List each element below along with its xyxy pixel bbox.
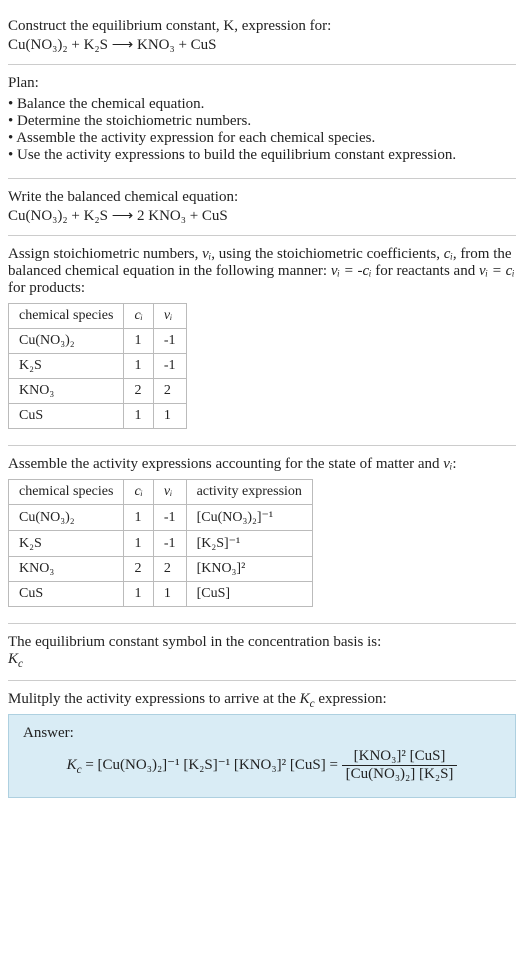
cell-ci: 1 (124, 531, 153, 557)
col-expr: activity expression (186, 480, 312, 505)
cell-expr: [Cu(NO₃)₂]⁻¹ (186, 505, 312, 531)
activity-section: Assemble the activity expressions accoun… (8, 446, 516, 624)
multiply-section: Mulitply the activity expressions to arr… (8, 681, 516, 808)
stoich-section: Assign stoichiometric numbers, νᵢ, using… (8, 236, 516, 446)
table-row: KNO₃ 2 2 [KNO₃]² (9, 557, 313, 582)
kc-symbol: Kc (8, 651, 516, 670)
table-row: KNO₃ 2 2 (9, 379, 187, 404)
kc-inline: Kc (300, 691, 315, 707)
balanced-section: Write the balanced chemical equation: Cu… (8, 179, 516, 236)
col-ci: cᵢ (124, 304, 153, 329)
cell-nu: -1 (153, 505, 186, 531)
fraction-num: [KNO₃]² [CuS] (342, 748, 458, 766)
intro-text: Construct the equilibrium constant, K, e… (8, 18, 331, 34)
kc-eq: Kc (67, 757, 82, 773)
col-species: chemical species (9, 480, 124, 505)
stoich-text: for reactants and (372, 263, 479, 279)
cell-ci: 1 (124, 404, 153, 429)
intro-section: Construct the equilibrium constant, K, e… (8, 8, 516, 65)
answer-label: Answer: (23, 725, 501, 742)
col-ci: cᵢ (124, 480, 153, 505)
plan-list: Balance the chemical equation. Determine… (8, 96, 516, 164)
table-row: CuS 1 1 [CuS] (9, 582, 313, 607)
nu-symbol: νᵢ (202, 246, 211, 262)
intro-line: Construct the equilibrium constant, K, e… (8, 18, 516, 35)
activity-text: : (452, 456, 456, 472)
cell-nu: 1 (153, 404, 186, 429)
stoich-text: Assign stoichiometric numbers, (8, 246, 202, 262)
multiply-line: Mulitply the activity expressions to arr… (8, 691, 516, 710)
answer-equation: Kc = [Cu(NO₃)₂]⁻¹ [K₂S]⁻¹ [KNO₃]² [CuS] … (23, 748, 501, 783)
table-row: K₂S 1 -1 [K₂S]⁻¹ (9, 531, 313, 557)
kc-symbol-line: The equilibrium constant symbol in the c… (8, 634, 516, 651)
balanced-equation: Cu(NO₃)₂ + K₂S ⟶ 2 KNO₃ + CuS (8, 206, 516, 225)
cell-species: KNO₃ (9, 379, 124, 404)
cell-nu: -1 (153, 531, 186, 557)
multiply-text: expression: (315, 691, 387, 707)
cell-nu: 2 (153, 557, 186, 582)
cell-ci: 1 (124, 582, 153, 607)
cell-ci: 1 (124, 354, 153, 379)
stoich-table: chemical species cᵢ νᵢ Cu(NO₃)₂ 1 -1 K₂S… (8, 303, 187, 429)
col-nu: νᵢ (153, 304, 186, 329)
col-nu: νᵢ (153, 480, 186, 505)
activity-text: Assemble the activity expressions accoun… (8, 456, 443, 472)
plan-item: Determine the stoichiometric numbers. (8, 113, 516, 130)
ci-symbol: cᵢ (444, 246, 453, 262)
intro-equation: Cu(NO₃)₂ + K₂S ⟶ KNO₃ + CuS (8, 35, 516, 54)
cell-expr: [CuS] (186, 582, 312, 607)
cell-species: CuS (9, 404, 124, 429)
plan-item: Balance the chemical equation. (8, 96, 516, 113)
activity-table: chemical species cᵢ νᵢ activity expressi… (8, 479, 313, 607)
cell-species: Cu(NO₃)₂ (9, 505, 124, 531)
cell-species: CuS (9, 582, 124, 607)
plan-item: Assemble the activity expression for eac… (8, 130, 516, 147)
cell-nu: -1 (153, 354, 186, 379)
table-row: CuS 1 1 (9, 404, 187, 429)
activity-intro: Assemble the activity expressions accoun… (8, 456, 516, 473)
plan-item: Use the activity expressions to build th… (8, 147, 516, 164)
stoich-text: , using the stoichiometric coefficients, (211, 246, 444, 262)
cell-species: KNO₃ (9, 557, 124, 582)
balanced-header: Write the balanced chemical equation: (8, 189, 516, 206)
cell-expr: [KNO₃]² (186, 557, 312, 582)
cell-ci: 2 (124, 379, 153, 404)
table-row: Cu(NO₃)₂ 1 -1 [Cu(NO₃)₂]⁻¹ (9, 505, 313, 531)
plan-header: Plan: (8, 75, 516, 92)
answer-box: Answer: Kc = [Cu(NO₃)₂]⁻¹ [K₂S]⁻¹ [KNO₃]… (8, 714, 516, 798)
cell-ci: 1 (124, 505, 153, 531)
stoich-text: for products: (8, 280, 85, 296)
cell-ci: 1 (124, 329, 153, 354)
fraction-den: [Cu(NO₃)₂] [K₂S] (342, 766, 458, 783)
multiply-text: Mulitply the activity expressions to arr… (8, 691, 300, 707)
nu-symbol: νᵢ (443, 456, 452, 472)
cell-expr: [K₂S]⁻¹ (186, 531, 312, 557)
eq-react: νᵢ = -cᵢ (331, 263, 372, 279)
plan-section: Plan: Balance the chemical equation. Det… (8, 65, 516, 179)
eq-prod: νᵢ = cᵢ (479, 263, 515, 279)
cell-species: K₂S (9, 531, 124, 557)
eq-text: = [Cu(NO₃)₂]⁻¹ [K₂S]⁻¹ [KNO₃]² [CuS] = (85, 757, 341, 773)
cell-ci: 2 (124, 557, 153, 582)
stoich-intro: Assign stoichiometric numbers, νᵢ, using… (8, 246, 516, 297)
cell-species: K₂S (9, 354, 124, 379)
cell-species: Cu(NO₃)₂ (9, 329, 124, 354)
cell-nu: 1 (153, 582, 186, 607)
col-species: chemical species (9, 304, 124, 329)
fraction: [KNO₃]² [CuS] [Cu(NO₃)₂] [K₂S] (342, 748, 458, 783)
table-header-row: chemical species cᵢ νᵢ (9, 304, 187, 329)
table-row: K₂S 1 -1 (9, 354, 187, 379)
cell-nu: -1 (153, 329, 186, 354)
cell-nu: 2 (153, 379, 186, 404)
kc-symbol-section: The equilibrium constant symbol in the c… (8, 624, 516, 681)
table-row: Cu(NO₃)₂ 1 -1 (9, 329, 187, 354)
table-header-row: chemical species cᵢ νᵢ activity expressi… (9, 480, 313, 505)
